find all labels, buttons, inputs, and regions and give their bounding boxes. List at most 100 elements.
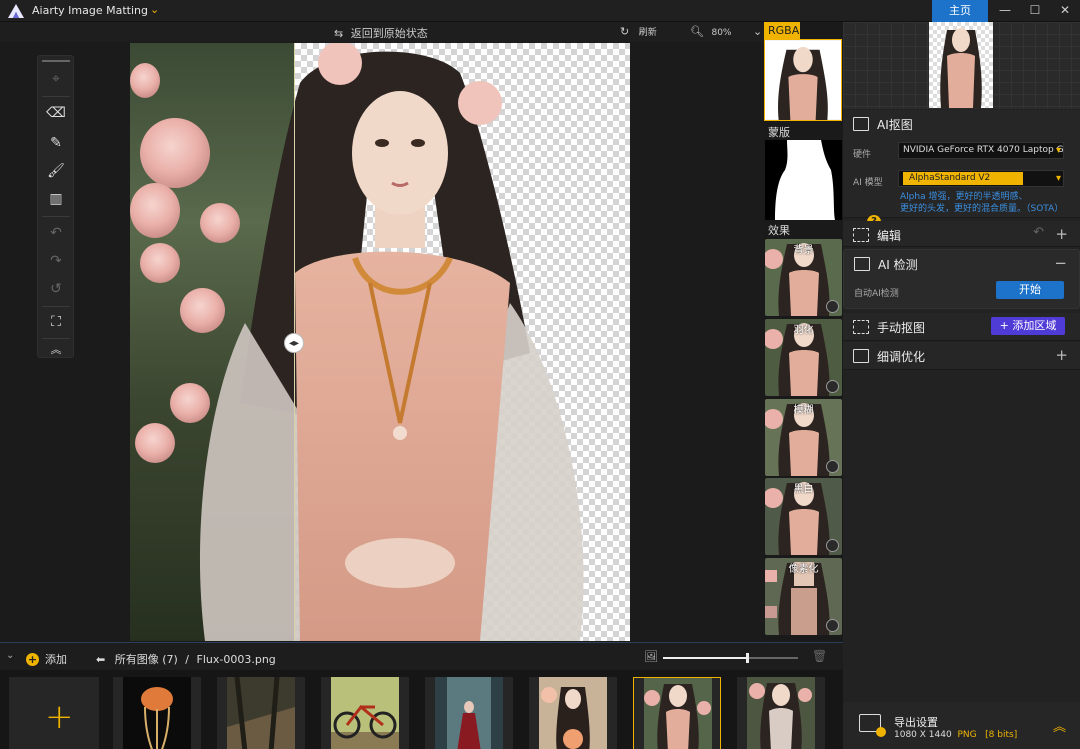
breadcrumb: ⬅ 所有图像 (7) / Flux-0003.png [96,651,276,667]
flower-girl-thumb [539,677,607,749]
effect-feather[interactable]: 羽化 [765,319,842,396]
effect-blur[interactable]: 模糊 [765,399,842,476]
rgba-label: RGBA [764,22,800,39]
trash-icon[interactable]: 🗑︎ [812,649,827,663]
effect-toggle-icon[interactable] [826,380,839,393]
effect-pixelate[interactable]: 像素化 [765,558,842,635]
image-thumbnail[interactable] [737,677,825,749]
mask-thumb-image [765,140,842,220]
model-select[interactable]: AlphaStandard V2 ▾ [898,170,1064,187]
effect-label: 背景 [793,245,814,256]
image-thumbnail[interactable] [425,677,513,749]
model-note-line2: 更好的头发，更好的混合质量。（SOTA） [900,204,1064,214]
edit-header: 编辑 [853,227,901,244]
pen-icon[interactable]: ✎ [44,132,68,154]
effect-label: 模糊 [793,405,814,416]
image-thumbnail[interactable] [217,677,305,749]
girl-white-dress-thumb [747,677,815,749]
forest-thumb [227,677,295,749]
all-images-link[interactable]: 所有图像 (7) [115,653,178,666]
effect-label: 像素化 [788,564,819,575]
hardware-label: 硬件 [853,150,872,160]
breadcrumb-separator: / [185,653,190,666]
collapse-chevron-icon[interactable]: ⌄ [6,650,14,661]
edit-undo-icon[interactable]: ↶ [1033,225,1044,240]
mask-thumbnail[interactable] [765,140,842,220]
export-format: PNG [957,730,977,740]
app-logo-icon [8,4,24,18]
image-thumbnail[interactable] [529,677,617,749]
image-thumbnail[interactable] [321,677,409,749]
start-detect-button[interactable]: 开始 [996,281,1064,299]
mask-label: 蒙版 [768,126,790,139]
slider-knob[interactable] [745,653,749,663]
ai-matting-title: AI抠图 [877,118,913,132]
ai-matting-header[interactable]: AI抠图 [853,116,913,133]
thumbnail-size-slider[interactable] [663,653,798,663]
effect-toggle-icon[interactable] [826,300,839,313]
back-arrow-icon[interactable]: ⬅ [96,653,105,666]
edit-expand-plus-icon[interactable]: + [1055,225,1068,243]
effect-background[interactable]: 背景 [765,239,842,316]
zoom-control[interactable]: 🔍︎ 80% ⌄ [690,25,762,38]
collapse-up-icon[interactable]: ︽ [44,339,68,361]
close-icon[interactable]: ✕ [1050,0,1080,22]
refine-section[interactable]: 细调优化 + [843,342,1080,370]
select-move-icon[interactable]: ⌖ [44,68,68,90]
compare-handle-icon[interactable]: ◂▸ [284,333,304,353]
ai-detect-header[interactable]: AI 检测 [854,256,918,273]
manual-matting-title: 手动抠图 [877,321,926,335]
manual-select-icon [853,320,869,334]
fit-screen-icon[interactable]: ⛶ [44,311,68,333]
app-menu-chevron-icon[interactable]: ⌄ [150,3,159,16]
refresh-label: 刷新 [638,28,657,38]
refine-expand-plus-icon[interactable]: + [1055,346,1068,364]
brush-icon[interactable]: 🖌︎ [44,160,68,182]
effect-toggle-icon[interactable] [826,460,839,473]
reset-to-original-button[interactable]: ⇆ 返回到原始状态 [334,25,428,41]
zoom-icon: 🔍︎ [690,25,704,38]
bicycle-thumb [331,677,399,749]
settings-panel: AI抠图 硬件 NVIDIA GeForce RTX 4070 Laptop G… [843,22,1080,749]
maximize-icon[interactable]: ☐ [1020,0,1050,22]
image-canvas[interactable]: ◂▸ [130,43,630,641]
refresh-button[interactable]: ↻ 刷新 [620,25,657,38]
effect-toggle-icon[interactable] [826,539,839,552]
effect-label: 黑白 [793,484,814,495]
add-image-button[interactable]: + 添加 [26,651,67,667]
minimize-icon[interactable]: — [990,0,1020,22]
image-thumbnail[interactable] [113,677,201,749]
palette-grip[interactable] [42,60,70,62]
export-settings-icon [859,714,886,737]
edit-section[interactable]: 编辑 ↶ + [843,221,1080,247]
preview-figure [940,28,982,108]
preview-image[interactable] [929,22,993,108]
ai-detect-collapse-icon[interactable]: − [1054,254,1067,272]
hardware-select[interactable]: NVIDIA GeForce RTX 4070 Laptop GPU ▾ [898,142,1064,159]
image-thumbnail-selected[interactable] [633,677,721,749]
expand-up-icon[interactable]: ︽ [1053,716,1066,735]
add-image-tile[interactable]: + [9,677,99,749]
undo-icon[interactable]: ↶ [44,222,68,244]
result-preview [843,22,1080,109]
model-value: AlphaStandard V2 [903,172,1023,185]
title-bar: Aiarty Image Matting ⌄ 主页 — ☐ ✕ [0,0,1080,22]
eraser-icon[interactable]: ⌫ [44,102,68,124]
image-filmstrip: + [0,670,843,749]
app-title: Aiarty Image Matting [32,4,148,17]
export-settings[interactable]: 导出设置 1080 X 1440 PNG [8 bits] ︽ [843,702,1080,749]
reset-icon[interactable]: ↺ [44,278,68,300]
ai-detect-title: AI 检测 [878,258,918,272]
effect-black-white[interactable]: 黑白 [765,478,842,555]
redo-icon[interactable]: ↷ [44,250,68,272]
subject-figure [199,43,584,641]
home-button[interactable]: 主页 [932,0,988,22]
rgba-thumbnail[interactable] [764,39,842,121]
ai-detect-section: AI 检测 − 自动AI检测 开始 [843,249,1080,309]
edit-title: 编辑 [877,229,902,243]
add-area-button[interactable]: + 添加区域 [991,317,1065,335]
paint-roller-icon[interactable]: ▥ [44,188,68,210]
zoom-chevron-down-icon: ⌄ [752,25,763,38]
manual-matting-header[interactable]: 手动抠图 [853,319,925,336]
effect-toggle-icon[interactable] [826,619,839,632]
